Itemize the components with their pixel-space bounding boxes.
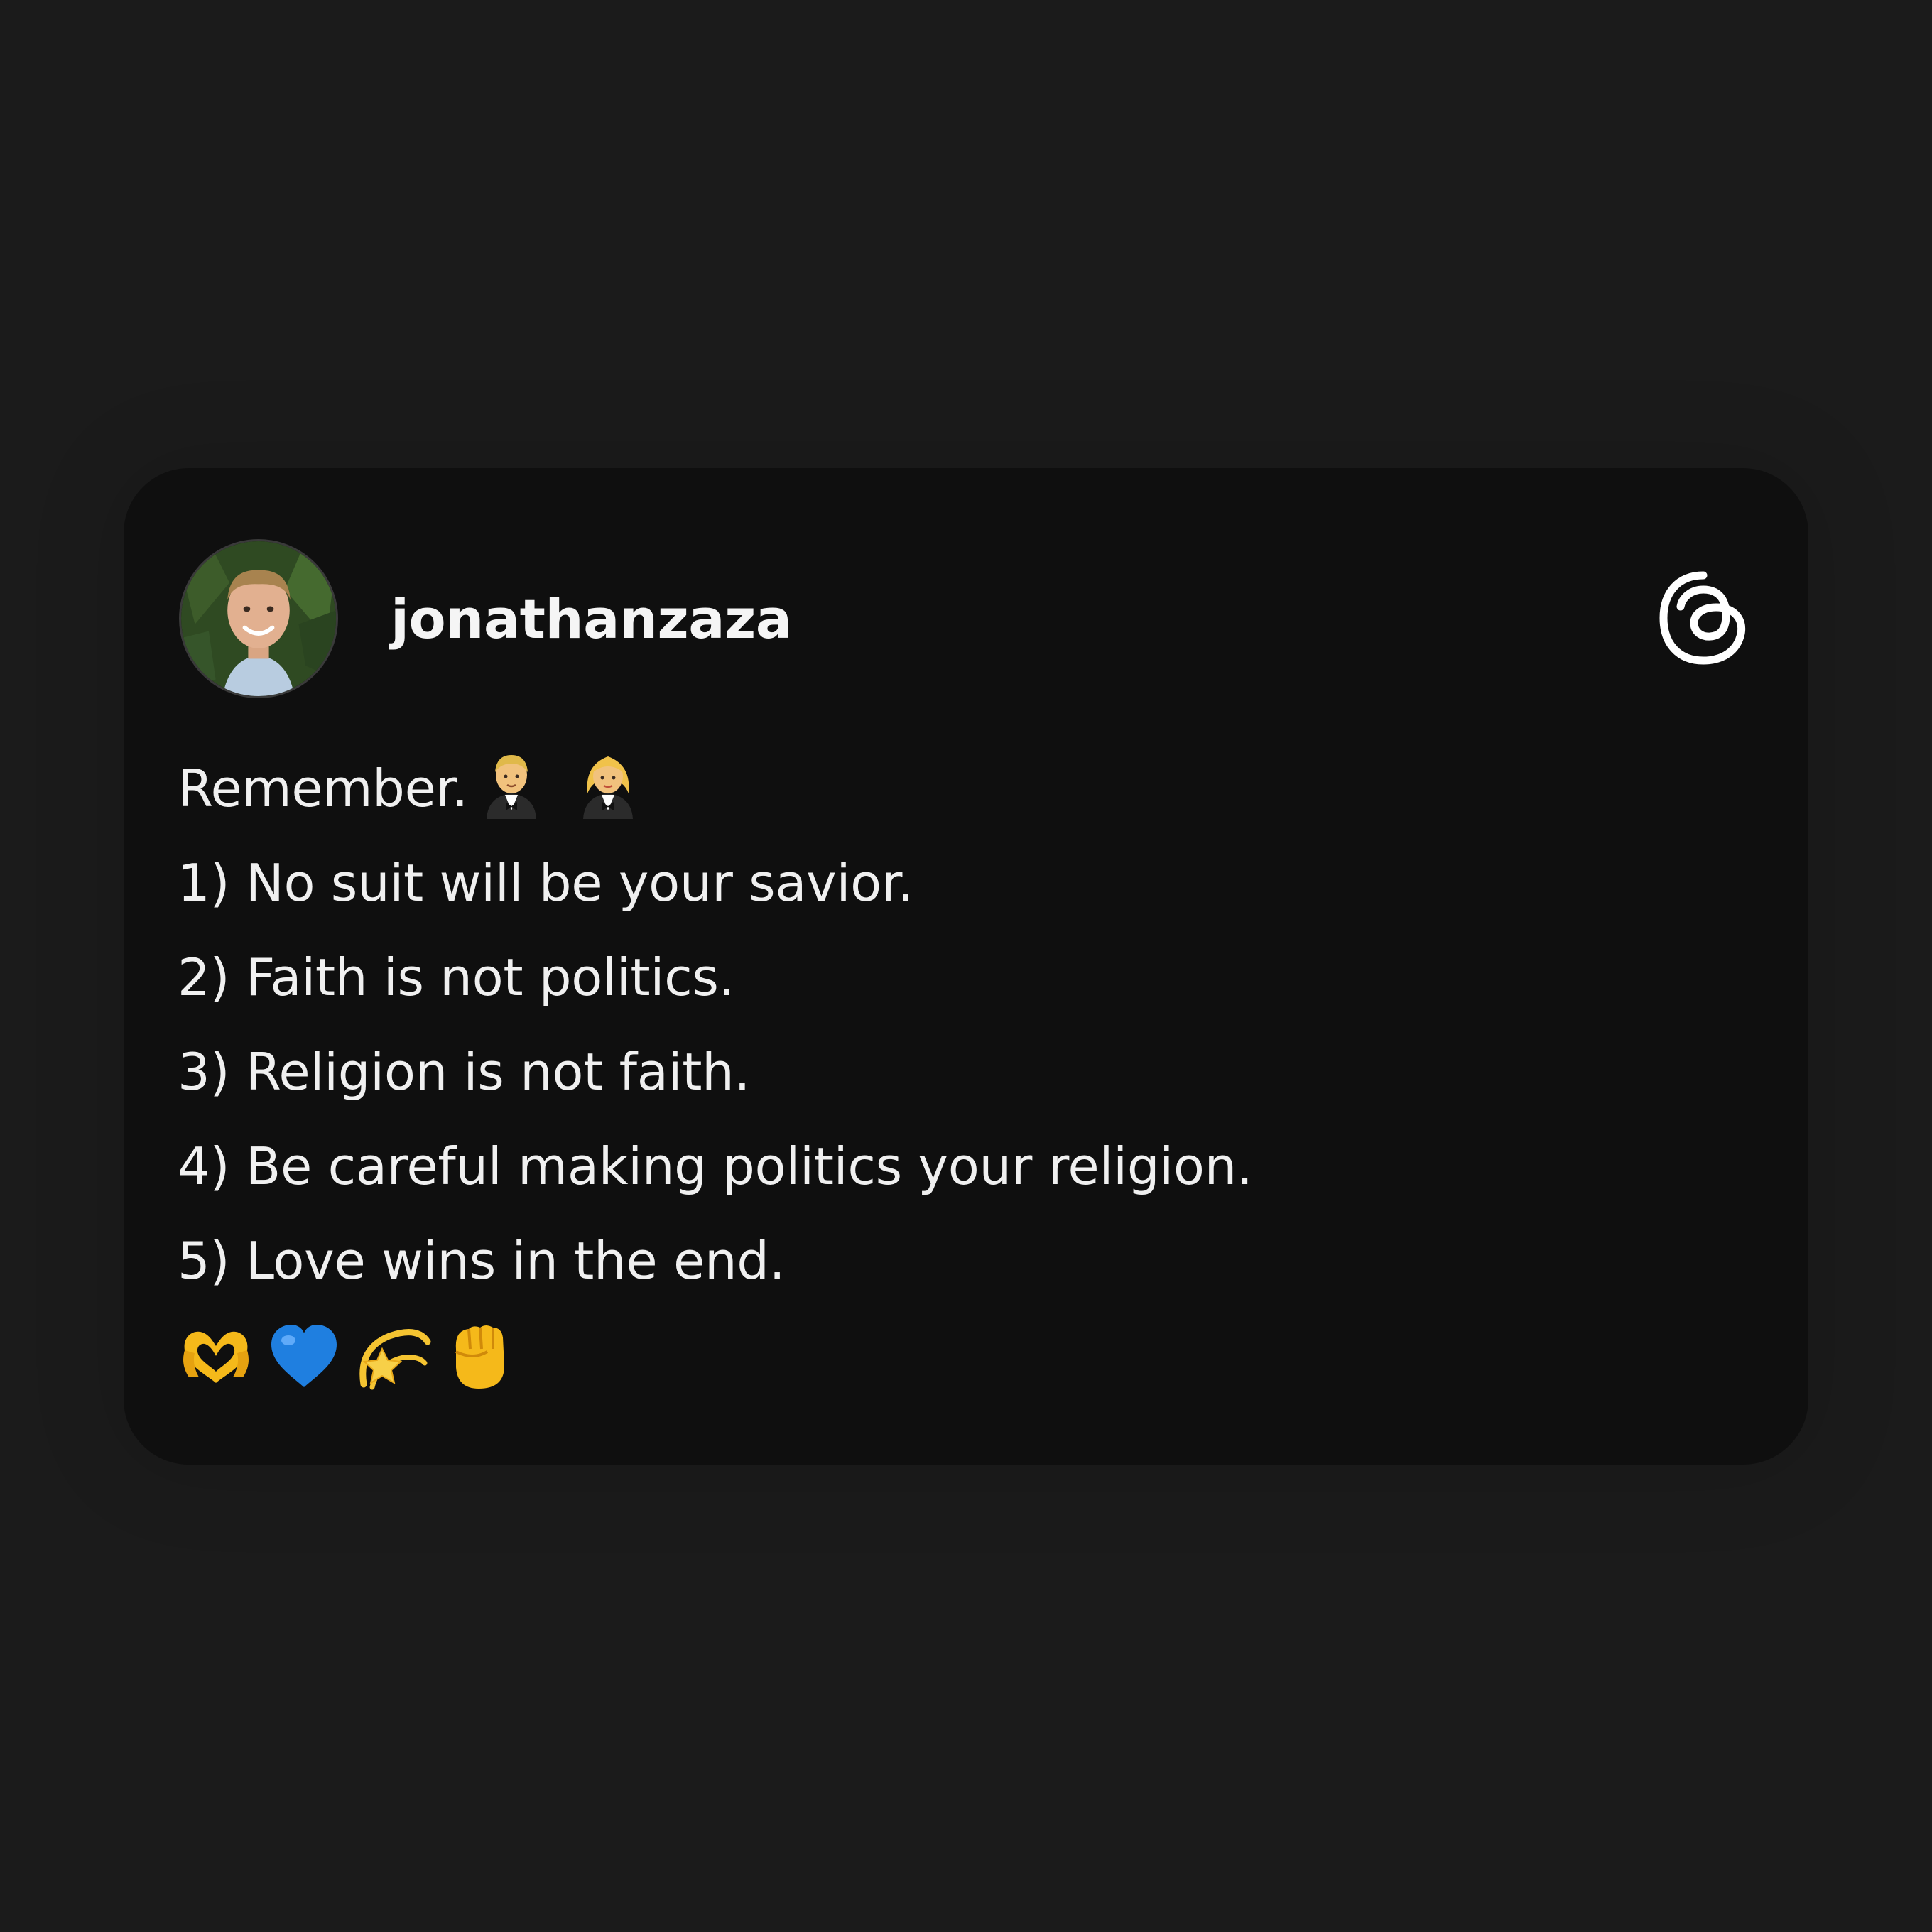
man-in-tuxedo-icon	[481, 751, 542, 819]
post-line-title: Remember.	[178, 742, 1740, 836]
threads-logo-icon[interactable]	[1654, 568, 1753, 668]
post-line-text: Remember.	[178, 759, 468, 818]
heart-hands-icon	[178, 1322, 254, 1390]
post-line-5: 5) Love wins in the end.	[178, 1231, 786, 1291]
post-line-4: 4) Be careful making politics your relig…	[178, 1136, 1253, 1196]
raised-fist-icon	[445, 1320, 513, 1391]
post-line-2: 2) Faith is not politics.	[178, 948, 735, 1007]
dizzy-star-icon	[354, 1320, 432, 1391]
post-line-3: 3) Religion is not faith.	[178, 1042, 751, 1102]
woman-in-tuxedo-icon	[577, 751, 639, 819]
post-card: jonathanzaza Remember. 1) No suit will b…	[124, 468, 1808, 1465]
blue-heart-icon	[267, 1322, 341, 1390]
post-line-1: 1) No suit will be your savior.	[178, 853, 914, 913]
avatar-photo	[181, 541, 336, 696]
post-text: Remember. 1) No suit will be your savior…	[178, 742, 1740, 1403]
avatar[interactable]	[179, 539, 338, 698]
emoji-row	[178, 1308, 1740, 1403]
username[interactable]: jonathanzaza	[391, 584, 792, 655]
